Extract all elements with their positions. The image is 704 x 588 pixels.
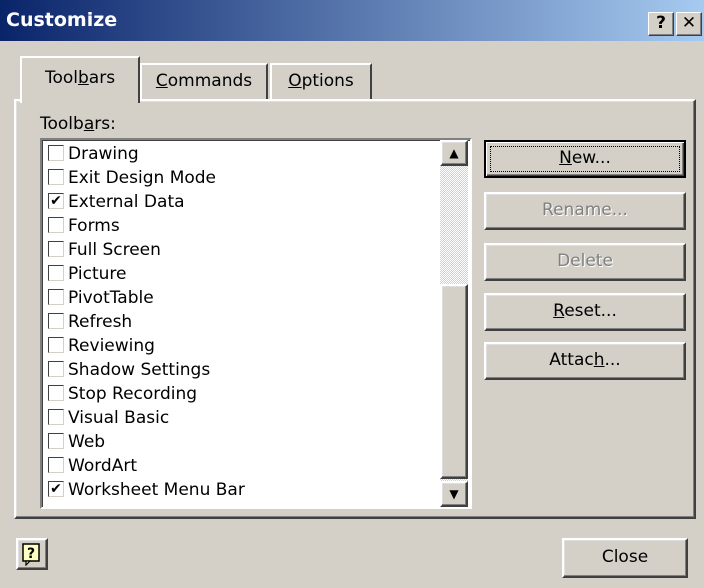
context-help-button[interactable]: ? [16,538,48,570]
label-text: rs: [94,114,116,134]
toolbar-checkbox[interactable]: ✔ [48,481,64,497]
delete-button[interactable]: Delete [484,243,686,281]
toolbars-label: Toolbars: [40,114,116,134]
scroll-down-button[interactable]: ▼ [440,481,468,507]
reset-button[interactable]: Reset... [484,293,686,331]
toolbar-checkbox[interactable]: ✔ [48,193,64,209]
toolbar-checkbox[interactable] [48,433,64,449]
toolbar-checkbox[interactable] [48,169,64,185]
scroll-thumb[interactable] [440,284,468,479]
toolbar-checkbox[interactable] [48,313,64,329]
customize-dialog: Customize ? ✕ Toolbars Commands Options … [0,0,704,588]
attach-button[interactable]: Attach... [484,342,686,380]
toolbars-list[interactable]: Drawing Exit Design Mode ✔ External Data For… [40,138,472,509]
toolbars-scrollbar[interactable]: ▲ ▼ [440,140,468,507]
tab-label: ommands [167,71,253,91]
toolbar-label: Exit Design Mode [68,168,217,188]
toolbar-label: Refresh [68,312,133,332]
close-button[interactable]: Close [562,538,688,578]
toolbar-label: Visual Basic [68,408,170,428]
tab-commands[interactable]: Commands [140,63,268,100]
focus-ring [490,146,680,172]
toolbar-label: Worksheet Menu Bar [68,480,245,500]
toolbar-label: Web [68,432,106,452]
title-bar[interactable]: Customize ? ✕ [0,0,704,41]
label-accel: a [83,114,95,134]
toolbar-label: External Data [68,192,185,212]
svg-text:?: ? [27,546,35,562]
toolbar-checkbox[interactable] [48,265,64,281]
tab-label-accel: O [288,71,302,91]
arrow-down-icon: ▼ [449,487,459,501]
toolbar-checkbox[interactable] [48,457,64,473]
tab-label: ptions [301,71,354,91]
new-toolbar-button[interactable]: New... [484,140,686,178]
checkmark-icon: ✔ [50,193,62,209]
toolbar-label: Picture [68,264,127,284]
toolbar-checkbox[interactable] [48,217,64,233]
toolbar-label: Shadow Settings [68,360,211,380]
tab-toolbars[interactable]: Toolbars [20,56,140,103]
toolbar-label: Reviewing [68,336,155,356]
button-accel: h [593,350,605,370]
button-text: eset... [564,301,617,321]
toolbar-label: WordArt [68,456,137,476]
tab-label: ars [88,68,116,88]
toolbar-checkbox[interactable] [48,409,64,425]
tab-label-accel: C [155,71,168,91]
rename-button[interactable]: Rename... [484,192,686,230]
scroll-up-button[interactable]: ▲ [440,140,468,166]
close-window-button[interactable]: ✕ [676,12,702,36]
label-text: Toolb [40,114,84,134]
arrow-up-icon: ▲ [449,146,459,160]
button-accel: R [553,301,565,321]
checkmark-icon: ✔ [50,481,62,497]
window-title: Customize [6,9,118,31]
toolbar-checkbox[interactable] [48,385,64,401]
tab-options[interactable]: Options [270,63,372,100]
button-text: ... [604,350,621,370]
toolbar-checkbox[interactable] [48,361,64,377]
toolbar-label: Full Screen [68,240,161,260]
toolbar-checkbox[interactable] [48,241,64,257]
toolbar-checkbox[interactable] [48,145,64,161]
toolbar-label: Stop Recording [68,384,198,404]
tab-label: Tool [44,68,78,88]
tab-label-accel: b [77,68,89,88]
help-icon: ? [22,543,40,566]
toolbar-label: PivotTable [68,288,154,308]
button-text: Attac [549,350,594,370]
toolbar-checkbox[interactable] [48,337,64,353]
toolbar-checkbox[interactable] [48,289,64,305]
toolbar-label: Forms [68,216,120,236]
toolbar-label: Drawing [68,144,139,164]
help-button[interactable]: ? [648,12,674,36]
